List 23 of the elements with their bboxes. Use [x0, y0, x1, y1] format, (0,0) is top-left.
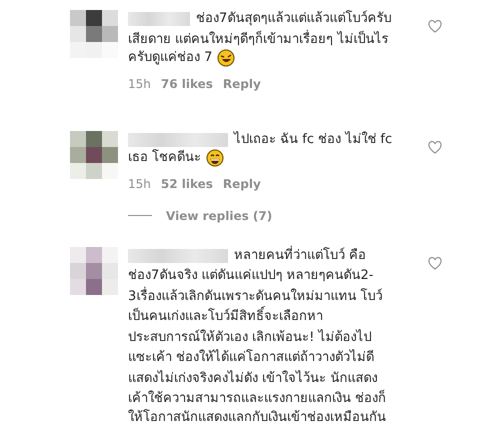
comment-text: ให้โอกาสนักแสดงแลกกับเงินเข้าช่องเหมือนกัน [128, 408, 386, 425]
grinning-emoji-icon [206, 149, 224, 168]
comment-text: ช่อง7ดันจริง แต่ดันแค่แปปๆ หลายๆคนดัน2- 3เรื่องแล้วเลิกดันเพราะดันคนใหม่มาแทน โบว์ เป็นคนเก่งและโบว์มีสิทธิ์จะเลือกหา ประสบการณ์ให้ตัวเอง เลิกเพ้อนะ! ไม่ต้องไป แซะเค้า ช่องให้ได้แค่โอกาสแต่ถ้าวางตัวไม่ดี แสดงไม่เก่งจริงคงไม่ดัง เข้าใจไว้นะ นักแสดง เค้าใช้ความสามารถและแรงกายแลกเงิน ช่องก็ [128, 268, 386, 406]
avatar[interactable] [70, 130, 118, 178]
heart-icon[interactable] [428, 140, 442, 154]
blurred-username [128, 12, 190, 26]
comment-time: 15h [128, 76, 151, 90]
reply-link[interactable]: Reply [222, 176, 261, 190]
avatar[interactable] [70, 10, 118, 58]
likes-link[interactable]: 76 likes [160, 76, 213, 90]
comment-text: หลายคนที่ว่าแต่โบว์ คือ [234, 246, 366, 264]
laughing-emoji-icon [217, 49, 236, 68]
comment-text: ช่อง7ดันสุดๆแล้วแต่แล้วแต่โบว์ครับ [196, 10, 392, 28]
view-replies-link[interactable]: View replies (7) [166, 208, 272, 222]
comment-text: เสียดาย แต่คนใหม่ๆดีๆก็เข้ามาเรื่อยๆ ไม่เป็นไร [128, 32, 388, 46]
likes-link[interactable]: 52 likes [160, 176, 213, 190]
comment-text: ไปเถอะ ฉัน fc ช่อง ไม่ใช่ fc [234, 130, 392, 148]
comment-time: 15h [128, 176, 151, 190]
heart-icon[interactable] [428, 256, 442, 270]
comment-text: เธอ โชคดีนะ [128, 149, 202, 167]
comment-text: ครับดูแค่ช่อง 7 [128, 49, 212, 67]
reply-link[interactable]: Reply [222, 76, 261, 90]
heart-icon[interactable] [428, 20, 442, 33]
